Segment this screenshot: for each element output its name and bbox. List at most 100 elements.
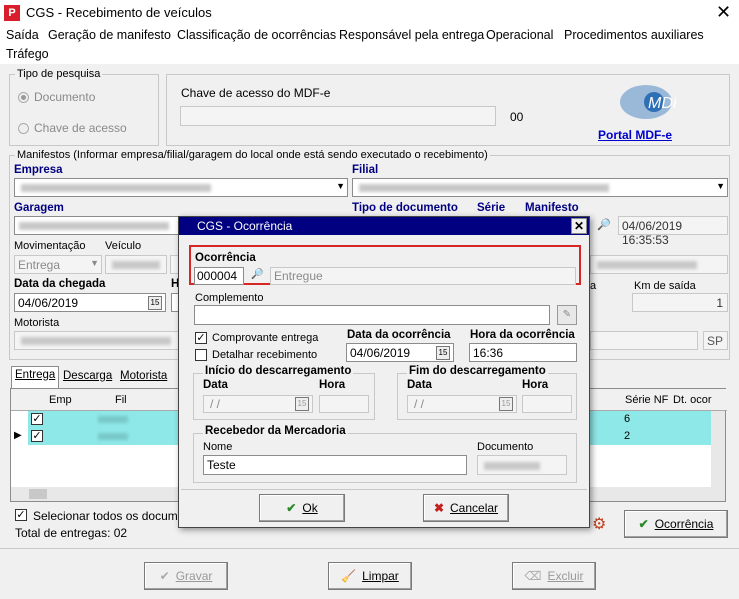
ocorrencia-search-icon[interactable]: 🔎 [251, 269, 263, 280]
calendar-icon[interactable]: 15 [436, 346, 450, 360]
radio-documento[interactable] [18, 92, 29, 103]
garagem-select[interactable] [14, 216, 180, 235]
detalhar-label: Detalhar recebimento [212, 349, 318, 361]
filial-select[interactable]: ▼ [352, 178, 728, 197]
manifesto-label: Manifesto [525, 202, 579, 214]
chave-label: Chave de acesso do MDF-e [181, 86, 331, 100]
documento-label: Documento [477, 441, 534, 453]
app-icon: P [4, 5, 20, 21]
complemento-label: Complemento [195, 292, 264, 304]
manifestos-group-label: Manifestos (Informar empresa/filial/gara… [15, 149, 490, 161]
chave-input[interactable] [180, 106, 496, 126]
serie-label: Série [477, 202, 506, 214]
menu-procedimentos-auxiliares[interactable]: Procedimentos auxiliares [564, 28, 704, 42]
data-ocorrencia-input[interactable]: 04/06/2019 15 [346, 343, 454, 362]
data-ocorrencia-label: Data da ocorrência [347, 329, 451, 341]
calendar-icon[interactable]: 15 [148, 296, 162, 310]
recebedor-label: Recebedor da Mercadoria [203, 425, 348, 437]
title-bar: P CGS - Recebimento de veículos ✕ [0, 0, 739, 26]
km-saida-label: Km de saída [634, 280, 696, 292]
filial-dropdown-icon[interactable]: ▼ [716, 181, 725, 191]
mdfe-logo: MDF e [606, 78, 696, 122]
fim-data-input[interactable]: / / 15 [407, 395, 517, 413]
footer-divider [0, 548, 739, 549]
svg-text:MDF e: MDF e [648, 95, 676, 112]
ok-button[interactable]: ✔ Ok [259, 494, 345, 522]
menu-bar: Saída Geração de manifesto Classificação… [0, 26, 739, 64]
uf-field: SP [703, 331, 728, 350]
motorista-input[interactable] [14, 331, 180, 350]
tipo-pesquisa-group [9, 74, 159, 146]
complemento-input[interactable] [194, 305, 550, 325]
fim-hora-input[interactable] [522, 395, 572, 413]
veiculo-input[interactable] [105, 255, 167, 274]
menu-geracao-manifesto[interactable]: Geração de manifesto [48, 28, 171, 42]
complemento-edit-icon[interactable]: ✎ [557, 305, 577, 325]
empresa-select[interactable]: ▼ [14, 178, 348, 197]
broom-icon: 🧹 [341, 569, 357, 583]
movimentacao-select[interactable]: Entrega ▼ [14, 255, 102, 274]
menu-operacional[interactable]: Operacional [486, 28, 553, 42]
fim-data-label: Data [407, 379, 432, 391]
radio-chave-acesso[interactable] [18, 123, 29, 134]
fim-label: Fim do descarregamento [407, 365, 548, 377]
gravar-button[interactable]: ✔ Gravar [144, 562, 228, 590]
tipo-pesquisa-label: Tipo de pesquisa [15, 68, 103, 80]
grid-vscroll[interactable] [711, 411, 725, 487]
veiculo-label: Veículo [105, 240, 142, 252]
data-chegada-label: Data da chegada [14, 278, 106, 290]
data-chegada-input[interactable]: 04/06/2019 15 [14, 293, 166, 312]
inicio-data-input[interactable]: / / 15 [203, 395, 313, 413]
menu-trafego[interactable]: Tráfego [6, 47, 49, 61]
movimentacao-dropdown-icon[interactable]: ▼ [90, 258, 99, 268]
filial-label: Filial [352, 164, 379, 176]
inicio-hora-input[interactable] [319, 395, 369, 413]
km-saida-input[interactable]: 1 [632, 293, 728, 312]
hora-ocorrencia-label: Hora da ocorrência [470, 329, 575, 341]
delete-icon: ⌫ [524, 569, 542, 583]
excluir-button[interactable]: ⌫ Excluir [512, 562, 596, 590]
limpar-button[interactable]: 🧹 Limpar [328, 562, 412, 590]
row-serie-nf: 6 [624, 413, 631, 425]
right-field-blur [590, 255, 728, 274]
km-partial-label: a [590, 280, 597, 292]
calendar-icon[interactable]: 15 [499, 397, 513, 411]
dialog-close-icon[interactable]: ✕ [571, 218, 587, 234]
calendar-icon[interactable]: 15 [295, 397, 309, 411]
select-all-checkbox[interactable]: ✓ [15, 509, 27, 521]
cancel-icon: ✖ [433, 501, 445, 515]
ocorrencia-button[interactable]: ✔ Ocorrência [624, 510, 728, 538]
manifesto-search-icon[interactable]: 🔎 [597, 218, 611, 231]
menu-saida[interactable]: Saída [6, 28, 39, 42]
row-checkbox[interactable]: ✓ [31, 430, 43, 442]
check-icon: ✔ [286, 501, 297, 515]
window-title: CGS - Recebimento de veículos [26, 5, 212, 20]
tab-descarga[interactable]: Descarga [60, 368, 115, 386]
cancelar-button[interactable]: ✖ Cancelar [423, 494, 509, 522]
empresa-dropdown-icon[interactable]: ▼ [336, 181, 345, 191]
menu-classificacao-ocorrencias[interactable]: Classificação de ocorrências [177, 28, 336, 42]
inicio-label: Início do descarregamento [203, 365, 354, 377]
garagem-label: Garagem [14, 202, 64, 214]
documento-input[interactable] [477, 455, 567, 475]
radio-chave-acesso-label: Chave de acesso [34, 121, 127, 135]
row-checkbox[interactable]: ✓ [31, 413, 43, 425]
gears-icon[interactable]: ⚙ [592, 514, 606, 534]
grid-col-serie-nf: Série NF [625, 394, 669, 406]
window-close-icon[interactable]: ✕ [716, 2, 731, 23]
ocorrencia-label: Ocorrência [195, 252, 256, 264]
comprovante-checkbox[interactable]: ✓ [195, 332, 207, 344]
nome-input[interactable]: Teste [203, 455, 467, 475]
tab-entrega[interactable]: Entrega [11, 366, 60, 388]
movimentacao-label: Movimentação [14, 240, 86, 252]
menu-responsavel-entrega[interactable]: Responsável pela entrega [339, 28, 484, 42]
manifesto-datetime: 04/06/2019 16:35:53 [618, 216, 728, 247]
detalhar-checkbox[interactable] [195, 349, 207, 361]
ocorrencia-desc: Entregue [270, 267, 576, 285]
comprovante-label: Comprovante entrega [212, 332, 319, 344]
inicio-data-label: Data [203, 379, 228, 391]
portal-mdfe-link[interactable]: Portal MDF-e [598, 128, 672, 142]
hora-ocorrencia-input[interactable]: 16:36 [469, 343, 577, 362]
ocorrencia-code-input[interactable]: 000004 [194, 267, 244, 285]
tab-motorista[interactable]: Motorista [117, 368, 170, 386]
